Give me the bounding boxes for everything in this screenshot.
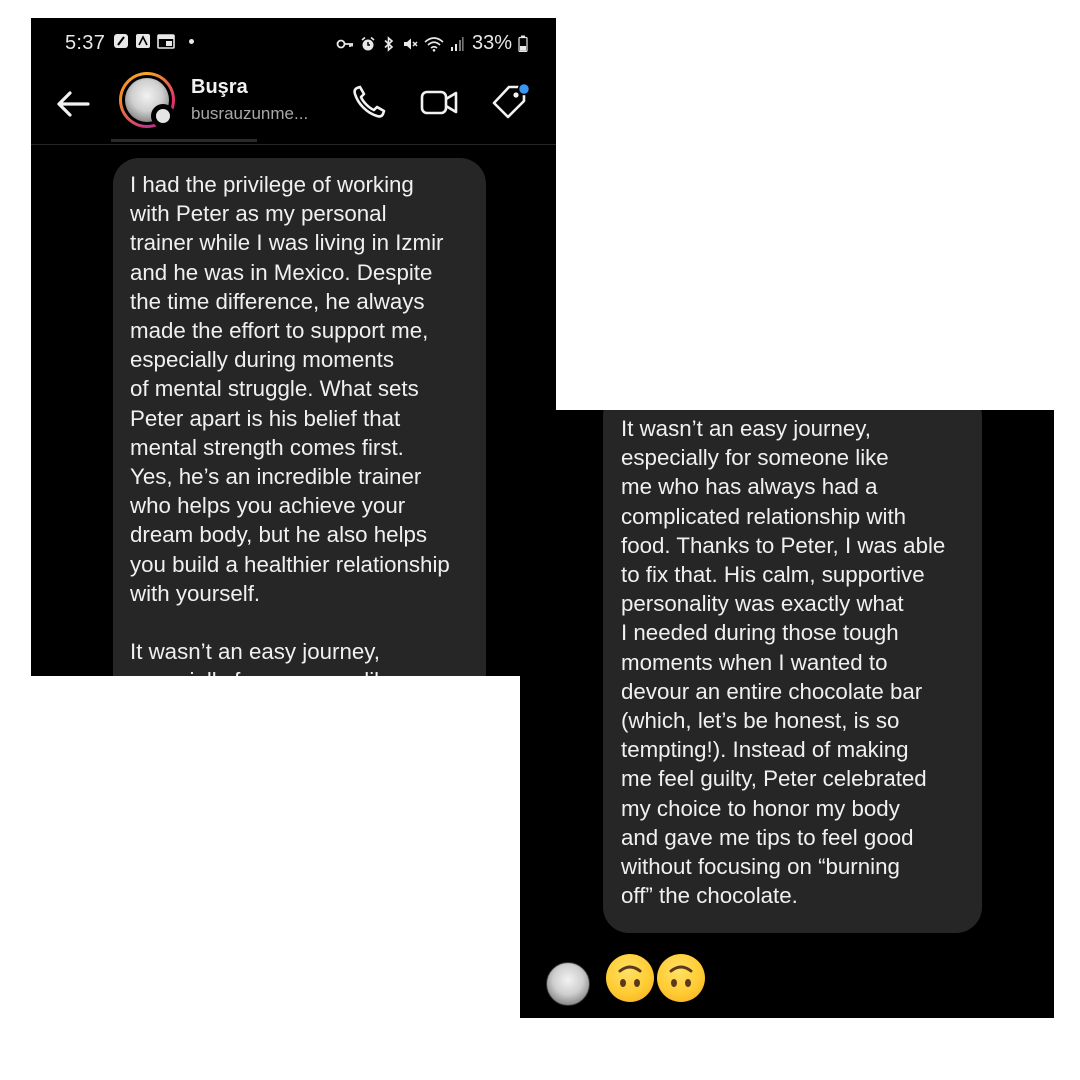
back-arrow-icon xyxy=(57,91,90,117)
status-bar: 5:37 33% xyxy=(31,18,556,70)
chat-header: Buşra busrauzunme... xyxy=(31,70,556,145)
bluetooth-icon xyxy=(382,35,396,52)
wifi-icon xyxy=(424,36,444,52)
status-right-icons: 33% xyxy=(336,32,528,55)
message-text: It wasn’t an easy journey, especially fo… xyxy=(621,416,946,909)
video-camera-icon xyxy=(420,90,458,115)
message-bubble[interactable]: It wasn’t an easy journey, especially fo… xyxy=(603,410,982,933)
key-icon xyxy=(336,38,354,50)
story-badge-icon xyxy=(151,104,175,128)
status-left-icons xyxy=(113,33,194,49)
battery-icon xyxy=(518,35,528,52)
phone-icon xyxy=(353,85,386,118)
reply-avatar[interactable] xyxy=(546,962,590,1006)
app-icon-1 xyxy=(113,33,129,49)
video-call-button[interactable] xyxy=(419,82,459,122)
calendar-icon xyxy=(157,33,175,49)
notification-dot xyxy=(189,38,194,44)
tag-button[interactable] xyxy=(489,82,531,122)
chat-screenshot-top: 5:37 33% Buşra busrauzunme... I had the … xyxy=(31,18,556,676)
header-divider xyxy=(111,139,257,142)
mute-icon xyxy=(402,36,418,52)
status-time: 5:37 xyxy=(65,32,106,54)
back-button[interactable] xyxy=(53,84,93,124)
app-icon-2 xyxy=(135,33,151,49)
tag-icon xyxy=(492,82,531,119)
contact-name[interactable]: Buşra xyxy=(191,76,248,99)
battery-percent: 33% xyxy=(471,32,512,54)
chat-screenshot-bottom: It wasn’t an easy journey, especially fo… xyxy=(520,410,1054,1018)
call-button[interactable] xyxy=(349,82,389,122)
alarm-icon xyxy=(360,36,376,52)
contact-username[interactable]: busrauzunme... xyxy=(191,104,321,124)
upside-down-face-icon[interactable] xyxy=(606,954,654,1002)
message-text: I had the privilege of working with Pete… xyxy=(130,172,450,676)
message-bubble[interactable]: I had the privilege of working with Pete… xyxy=(113,158,486,676)
signal-icon xyxy=(450,36,464,52)
contact-avatar[interactable] xyxy=(119,72,175,128)
upside-down-face-icon[interactable] xyxy=(657,954,705,1002)
